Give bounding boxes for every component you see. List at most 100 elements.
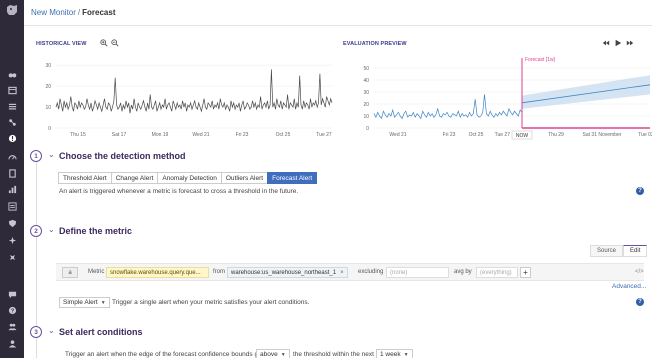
binoculars-icon[interactable] (6, 70, 18, 79)
window-value: 1 week (380, 351, 401, 358)
help-icon[interactable]: ? (636, 298, 644, 306)
x-tick-label: Tue 03 (638, 132, 652, 138)
breadcrumb-separator: / (77, 8, 81, 17)
help-icon[interactable]: ? (6, 306, 18, 315)
metrics-icon[interactable] (6, 185, 18, 194)
step-1-title: Choose the detection method (59, 151, 186, 161)
step-1-number: 1 (30, 150, 42, 162)
tab-source[interactable]: Source (590, 245, 624, 257)
forecast-label: Forecast [1w] (525, 57, 556, 63)
tab-threshold-alert[interactable]: Threshold Alert (58, 172, 111, 184)
y-tick-label: 20 (363, 102, 369, 108)
dashboard-icon[interactable] (6, 86, 18, 95)
caret-down-icon: ▼ (403, 351, 409, 358)
step-3-number: 3 (30, 326, 42, 338)
notebook-icon[interactable] (6, 169, 18, 178)
from-tag-value: warehouse:us_warehouse_northeast_1 (231, 269, 337, 276)
tab-edit[interactable]: Edit (623, 245, 648, 257)
datadog-logo[interactable] (5, 4, 19, 16)
conditions-text-before: Trigger an alert when the edge of the fo… (65, 351, 269, 358)
x-tick-label: Thu 15 (70, 132, 86, 138)
step-3-title: Set alert conditions (59, 327, 143, 337)
chevron-down-icon[interactable]: ⌄ (48, 326, 55, 335)
y-tick-label: 10 (363, 114, 369, 120)
graph-panel: HISTORICAL VIEW 0 10 20 30 Thu 15 Sat 17 Mon 1… (24, 26, 652, 141)
sidebar: ? (0, 0, 24, 358)
excluding-label: excluding (358, 269, 384, 275)
avg-by-label: avg by (454, 269, 472, 275)
x-tick-label: Oct 25 (276, 132, 291, 138)
tab-forecast-alert[interactable]: Forecast Alert (267, 172, 318, 184)
y-tick-label: 30 (45, 63, 51, 69)
chevron-down-icon[interactable]: ⌄ (48, 150, 55, 159)
excluding-input[interactable]: (none) (386, 267, 449, 278)
y-tick-label: 20 (45, 84, 51, 90)
y-tick-label: 40 (363, 78, 369, 84)
integrations-icon[interactable] (6, 253, 18, 262)
step-2-number: 2 (30, 225, 42, 237)
advanced-link[interactable]: Advanced... (612, 283, 646, 290)
historical-series-line (55, 69, 333, 114)
x-tick-label: Oct 25 (469, 132, 484, 138)
y-tick-label: 10 (45, 105, 51, 111)
tab-outliers-alert[interactable]: Outliers Alert (220, 172, 268, 184)
detection-method-tabs: Threshold Alert Change Alert Anomaly Det… (58, 172, 318, 184)
help-icon[interactable]: ? (636, 187, 644, 195)
top-bar: New Monitor / Forecast (24, 0, 652, 26)
y-tick-label: 30 (363, 90, 369, 96)
x-tick-label: Mon 19 (152, 132, 169, 138)
chat-icon[interactable] (6, 290, 18, 299)
window-select[interactable]: 1 week ▼ (376, 349, 413, 358)
metric-label: Metric (88, 269, 105, 275)
historical-chart[interactable]: 0 10 20 30 Thu 15 Sat 17 Mon 19 Wed 21 Fri 23 Oct… (24, 26, 344, 141)
detection-description: An alert is triggered whenever a metric … (59, 188, 299, 195)
synthetics-icon[interactable] (6, 236, 18, 245)
logs-icon[interactable] (6, 202, 18, 211)
metric-name-input[interactable]: snowflake.warehouse.query.que... (106, 267, 209, 278)
conditions-text-middle: the threshold within the next (293, 351, 374, 358)
x-tick-label: Wed 21 (192, 132, 209, 138)
y-tick-label: 50 (363, 66, 369, 72)
svg-text:?: ? (10, 309, 13, 315)
x-tick-label: Wed 21 (389, 132, 406, 138)
alert-type-select[interactable]: Simple Alert ▼ (59, 297, 110, 308)
alert-type-description: Trigger a single alert when your metric … (112, 299, 310, 306)
x-tick-label: Tue 27 (495, 132, 511, 138)
add-function-button[interactable]: + (520, 267, 531, 278)
code-icon[interactable]: </> (635, 269, 644, 275)
evaluation-preview-chart[interactable]: 0 10 20 30 40 50 Forecast [1w] NOW Wed 21 Fri 23 O… (334, 26, 652, 141)
x-tick-label: Thu 29 (548, 132, 564, 138)
tab-anomaly-detection[interactable]: Anomaly Detection (157, 172, 221, 184)
x-tick-label: Sat 17 (112, 132, 127, 138)
y-tick-label: 0 (48, 126, 51, 132)
step-2-title: Define the metric (59, 226, 133, 236)
security-icon[interactable] (6, 219, 18, 228)
remove-tag-icon[interactable]: × (340, 270, 344, 276)
direction-select[interactable]: above ▼ (256, 349, 290, 358)
avg-by-input[interactable]: (everything) (476, 267, 518, 278)
monitors-icon[interactable] (6, 134, 18, 143)
infrastructure-icon[interactable] (6, 118, 18, 127)
x-tick-label: Sat 31 November (583, 132, 622, 138)
caret-down-icon: ▼ (100, 299, 106, 306)
breadcrumb-new-monitor[interactable]: New Monitor (31, 8, 76, 17)
list-icon[interactable] (6, 102, 18, 111)
alert-type-value: Simple Alert (63, 299, 98, 306)
x-tick-label: Fri 23 (443, 132, 456, 138)
team-icon[interactable] (6, 322, 18, 331)
user-icon[interactable] (6, 339, 18, 348)
caret-down-icon: ▼ (280, 351, 286, 358)
apm-icon[interactable] (6, 153, 18, 162)
direction-value: above (260, 351, 278, 358)
now-label: NOW (516, 133, 529, 139)
preview-history-line (373, 94, 523, 120)
from-label: from (213, 269, 225, 275)
x-tick-label: Tue 27 (316, 132, 332, 138)
query-letter[interactable]: a (62, 267, 78, 278)
tab-change-alert[interactable]: Change Alert (110, 172, 158, 184)
from-tag-pill[interactable]: warehouse:us_warehouse_northeast_1 × (227, 267, 348, 278)
page-title: Forecast (82, 8, 116, 17)
breadcrumb: New Monitor / Forecast (31, 8, 116, 17)
chevron-down-icon[interactable]: ⌄ (48, 225, 55, 234)
y-tick-label: 0 (366, 126, 369, 132)
